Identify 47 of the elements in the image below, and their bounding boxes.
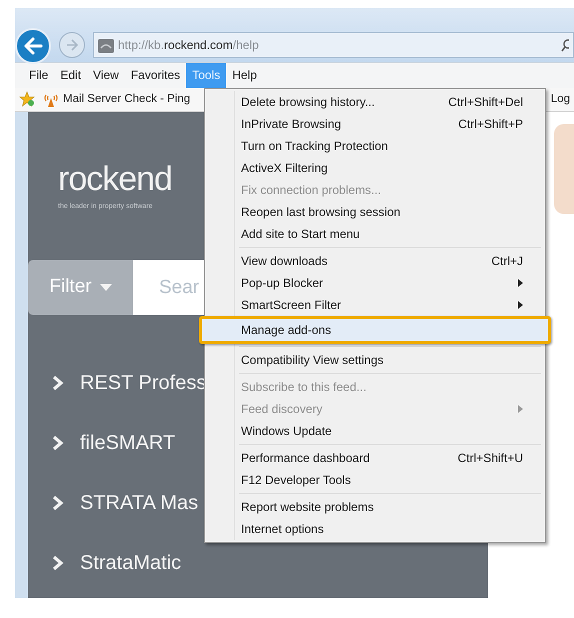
menu-item[interactable]: Report website problems — [207, 496, 543, 518]
menu-item[interactable]: Turn on Tracking Protection — [207, 135, 543, 157]
menu-item[interactable]: Manage add-ons — [199, 316, 551, 344]
nav-item[interactable]: STRATA Mas — [52, 473, 198, 534]
menu-item[interactable]: Windows Update — [207, 420, 543, 442]
nav-item[interactable]: StrataMatic — [52, 533, 182, 594]
back-button[interactable] — [15, 28, 51, 64]
nav-item[interactable]: REST Profess — [52, 353, 206, 414]
menu-bar-item[interactable]: Favorites — [124, 63, 186, 88]
submenu-arrow-icon — [518, 279, 523, 287]
url-text: http://kb.rockend.com/help — [118, 37, 260, 54]
menu-item[interactable]: F12 Developer Tools — [207, 469, 543, 491]
forward-button[interactable] — [59, 32, 85, 58]
caret-icon — [100, 284, 112, 292]
menu-item[interactable]: ActiveX Filtering — [207, 157, 543, 179]
address-field[interactable]: http://kb.rockend.com/help — [93, 32, 574, 58]
menu-item[interactable]: Performance dashboard Ctrl+Shift+U — [207, 447, 543, 469]
menu-item[interactable]: Compatibility View settings — [207, 349, 543, 371]
submenu-arrow-icon — [518, 405, 523, 413]
menu-item[interactable]: InPrivate Browsing Ctrl+Shift+P — [207, 113, 543, 135]
search-field[interactable]: Sear — [133, 260, 204, 316]
menu-bar-item[interactable]: File — [23, 63, 54, 88]
menu-bar-item[interactable]: Edit — [54, 63, 88, 88]
logo-text: rockend — [58, 162, 172, 198]
menu-bar-item[interactable]: Help — [226, 63, 263, 88]
menu-item[interactable]: Pop-up Blocker — [207, 272, 543, 294]
favorites-star-icon[interactable] — [19, 90, 35, 108]
antenna-icon — [43, 92, 59, 106]
chevron-icon — [52, 495, 64, 512]
menu-item[interactable]: Add site to Start menu — [207, 223, 543, 245]
chevron-icon — [52, 555, 64, 572]
menu-item[interactable]: View downloads Ctrl+J — [207, 250, 543, 272]
menu-item[interactable]: SmartScreen Filter — [207, 294, 543, 316]
chevron-icon — [52, 435, 64, 452]
favorites-link-text: Mail Server Check - Ping — [63, 92, 190, 107]
menu-bar-item[interactable]: View — [87, 63, 125, 88]
chevron-icon — [52, 375, 64, 392]
menu-item[interactable]: Internet options — [207, 518, 543, 540]
nav-item[interactable]: fileSMART — [52, 413, 176, 474]
page-icon — [98, 36, 114, 54]
favorites-link[interactable]: Mail Server Check - Ping — [43, 90, 190, 108]
forward-arrow-icon — [65, 39, 79, 51]
back-arrow-icon — [23, 37, 43, 55]
menu-item[interactable]: Delete browsing history... Ctrl+Shift+Del — [207, 91, 543, 113]
toolbar-link[interactable]: Log — [550, 90, 574, 108]
menu-item[interactable]: Reopen last browsing session — [207, 201, 543, 223]
submenu-arrow-icon — [518, 301, 523, 309]
